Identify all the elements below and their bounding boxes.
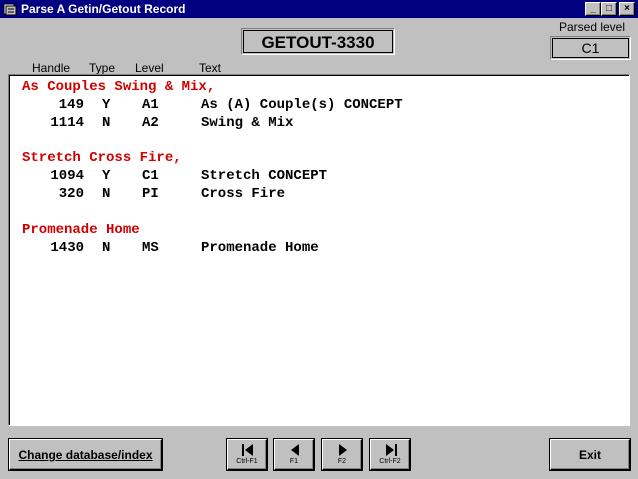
window-title: Parse A Getin/Getout Record: [21, 2, 186, 16]
list-item[interactable]: 320 N PI Cross Fire: [22, 186, 285, 204]
column-header-type: Type: [89, 61, 116, 75]
level-cell: PI: [142, 186, 159, 203]
list-item[interactable]: 149 Y A1 As (A) Couple(s) CONCEPT: [22, 96, 403, 115]
list-item-group-header[interactable]: As Couples Swing & Mix,: [22, 79, 215, 97]
record-id: GETOUT-3330: [243, 30, 393, 53]
level-cell: C1: [142, 168, 159, 185]
text-cell: Stretch CONCEPT: [201, 168, 328, 185]
list-item[interactable]: 1094 Y C1 Stretch CONCEPT: [22, 168, 327, 186]
change-database-button[interactable]: Change database/index: [9, 439, 162, 470]
maximize-button[interactable]: □: [601, 2, 617, 16]
first-record-key: Ctrl-F1: [236, 458, 258, 465]
column-header-level: Level: [135, 61, 164, 75]
list-lines: As Couples Swing & Mix, 149 Y A1 As (A) …: [22, 79, 403, 258]
first-record-icon: [242, 444, 253, 456]
app-icon[interactable]: [3, 2, 17, 16]
handle-cell: 1114: [50, 114, 84, 131]
record-id-box: GETOUT-3330: [241, 28, 395, 55]
handle-cell: 1430: [50, 239, 84, 256]
previous-record-key: F1: [289, 458, 299, 465]
type-cell: N: [102, 114, 111, 131]
previous-record-icon: [291, 444, 299, 456]
text-cell: Swing & Mix: [201, 114, 294, 131]
last-record-button[interactable]: Ctrl-F2: [370, 439, 410, 470]
list-item-group-header[interactable]: Promenade Home: [22, 222, 215, 240]
level-cell: MS: [142, 239, 159, 256]
handle-cell: 320: [58, 186, 84, 203]
parsed-record-list[interactable]: As Couples Swing & Mix, 149 Y A1 As (A) …: [8, 74, 630, 426]
title-bar[interactable]: Parse A Getin/Getout Record _ □ ×: [0, 0, 638, 18]
parsed-level-value: C1: [552, 38, 629, 58]
close-button[interactable]: ×: [619, 2, 635, 16]
column-header-text: Text: [199, 61, 222, 75]
parsed-level-label: Parsed level: [558, 20, 626, 34]
list-item-group-header[interactable]: Stretch Cross Fire,: [22, 150, 215, 168]
type-cell: N: [102, 186, 111, 203]
text-cell: Cross Fire: [201, 186, 286, 203]
text-cell: As (A) Couple(s) CONCEPT: [201, 96, 403, 113]
previous-record-button[interactable]: F1: [274, 439, 314, 470]
type-cell: Y: [102, 168, 111, 185]
list-item[interactable]: 1430 N MS Promenade Home: [22, 239, 318, 258]
type-cell: Y: [102, 96, 111, 113]
change-database-label: Change database/index: [18, 448, 153, 462]
column-header-handle: Handle: [32, 61, 71, 75]
next-record-key: F2: [337, 458, 347, 465]
text-cell: Promenade Home: [201, 239, 319, 256]
minimize-button[interactable]: _: [585, 2, 601, 16]
next-record-button[interactable]: F2: [322, 439, 362, 470]
type-cell: N: [102, 239, 111, 256]
level-cell: A1: [142, 96, 159, 113]
list-item[interactable]: 1114 N A2 Swing & Mix: [22, 114, 293, 133]
parsed-level-box: C1: [550, 36, 631, 60]
handle-cell: 1094: [50, 168, 84, 185]
last-record-key: Ctrl-F2: [379, 458, 401, 465]
list-blank-line: [22, 133, 215, 151]
last-record-icon: [386, 444, 397, 456]
exit-button[interactable]: Exit: [550, 439, 630, 470]
first-record-button[interactable]: Ctrl-F1: [227, 439, 267, 470]
next-record-icon: [339, 444, 347, 456]
level-cell: A2: [142, 114, 159, 131]
exit-label: Exit: [578, 448, 601, 462]
list-blank-line: [22, 204, 215, 222]
handle-cell: 149: [58, 96, 84, 113]
